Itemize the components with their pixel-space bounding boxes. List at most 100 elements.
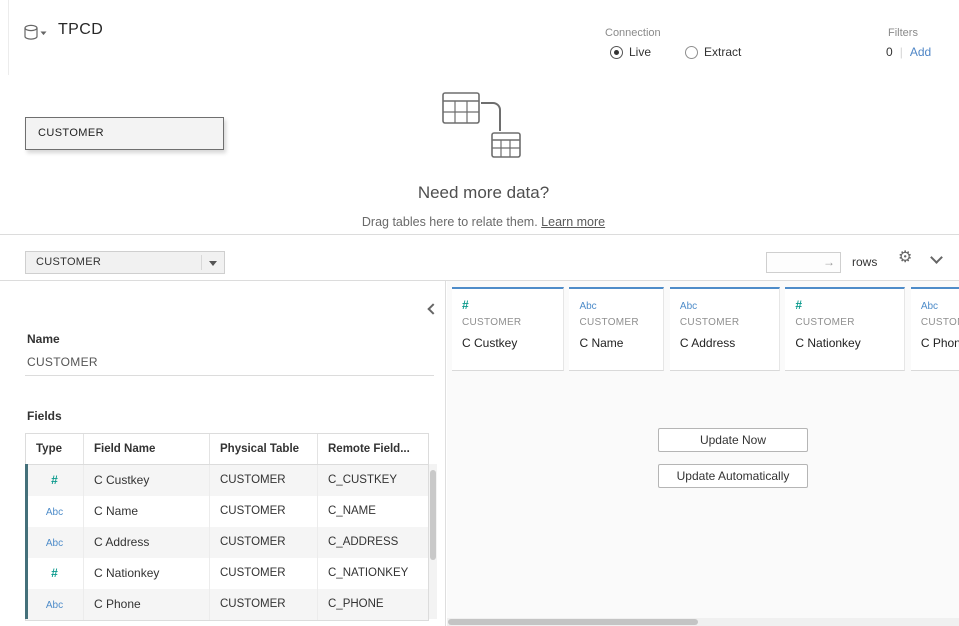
physical-table-cell: CUSTOMER [210, 496, 318, 527]
table-select-value: CUSTOMER [36, 256, 101, 268]
selected-rows-accent [25, 464, 28, 619]
app-window: TPCD Connection Live Extract Filters 0 |… [0, 0, 959, 626]
string-type-icon: Abc [921, 301, 938, 312]
physical-table-cell: CUSTOMER [210, 465, 318, 496]
top-header: TPCD Connection Live Extract Filters 0 |… [0, 0, 959, 75]
empty-state-hint: Drag tables here to relate them. [362, 215, 538, 229]
grid-column-field: C Phone [921, 336, 959, 350]
table-row[interactable]: Abc C Phone CUSTOMER C_PHONE [26, 589, 428, 620]
remote-field-cell: C_CUSTKEY [318, 465, 428, 496]
grid-column-table: CUSTOMER [579, 317, 653, 328]
grid-column-field: C Name [579, 336, 653, 350]
radio-live-label[interactable]: Live [629, 45, 651, 59]
table-row[interactable]: # C Custkey CUSTOMER C_CUSTKEY [26, 465, 428, 496]
grid-column-headers: # CUSTOMER C Custkey Abc CUSTOMER C Name… [452, 287, 959, 371]
update-automatically-button[interactable]: Update Automatically [658, 464, 808, 488]
field-name-cell: C Custkey [84, 465, 210, 496]
fields-table: Type Field Name Physical Table Remote Fi… [25, 433, 429, 621]
table-row[interactable]: # C Nationkey CUSTOMER C_NATIONKEY [26, 558, 428, 589]
table-select-dropdown[interactable]: CUSTOMER [25, 251, 225, 274]
table-row[interactable]: Abc C Name CUSTOMER C_NAME [26, 496, 428, 527]
name-value[interactable]: CUSTOMER [27, 355, 98, 369]
physical-table-cell: CUSTOMER [210, 558, 318, 589]
datasource-icon[interactable] [24, 24, 48, 47]
collapse-panel-icon[interactable] [427, 303, 438, 314]
rows-limit-field: → [766, 252, 841, 273]
grid-column-c-custkey[interactable]: # CUSTOMER C Custkey [452, 287, 564, 371]
chevron-down-icon [209, 261, 217, 266]
relationship-canvas: CUSTOMER Need more data? Drag tables her… [0, 75, 959, 234]
metadata-panel: Name CUSTOMER Fields Type Field Name Phy… [0, 281, 446, 626]
empty-state-subtitle: Drag tables here to relate them. Learn m… [8, 215, 959, 229]
number-type-icon: # [51, 473, 58, 487]
radio-extract-label[interactable]: Extract [704, 45, 741, 59]
col-header-remote-field[interactable]: Remote Field... [318, 434, 428, 464]
connection-radio-group: Live Extract [610, 44, 741, 60]
connection-label: Connection [605, 27, 661, 39]
number-type-icon: # [51, 566, 58, 580]
name-label: Name [27, 332, 60, 346]
dropdown-separator [201, 255, 202, 270]
field-name-cell: C Address [84, 527, 210, 558]
filters-label: Filters [888, 27, 918, 39]
fields-table-header: Type Field Name Physical Table Remote Fi… [26, 434, 428, 465]
string-type-icon: Abc [579, 301, 596, 312]
number-type-icon: # [795, 298, 802, 312]
grid-column-field: C Custkey [462, 336, 553, 350]
collapse-datagrid-chevron-icon[interactable] [930, 251, 943, 264]
grid-column-c-phone[interactable]: Abc CUSTOMER C Phone [911, 287, 959, 371]
col-header-type[interactable]: Type [26, 434, 84, 464]
grid-column-c-address[interactable]: Abc CUSTOMER C Address [670, 287, 780, 371]
string-type-icon: Abc [46, 538, 63, 549]
tables-illustration-icon [432, 91, 532, 170]
name-underline [25, 375, 434, 376]
grid-column-table: CUSTOMER [795, 317, 894, 328]
fields-vertical-scrollbar [429, 464, 437, 619]
grid-horizontal-scrollbar-thumb[interactable] [448, 619, 698, 625]
datagrid-toolbar: CUSTOMER → rows ⚙ [0, 234, 959, 281]
gear-icon[interactable]: ⚙ [898, 250, 912, 266]
field-name-cell: C Name [84, 496, 210, 527]
grid-column-field: C Address [680, 336, 769, 350]
remote-field-cell: C_ADDRESS [318, 527, 428, 558]
remote-field-cell: C_NATIONKEY [318, 558, 428, 589]
grid-column-c-name[interactable]: Abc CUSTOMER C Name [569, 287, 664, 371]
grid-column-table: CUSTOMER [921, 317, 959, 328]
filters-add-link[interactable]: Add [910, 45, 931, 59]
physical-table-cell: CUSTOMER [210, 589, 318, 620]
learn-more-link[interactable]: Learn more [541, 215, 605, 229]
fields-vertical-scrollbar-thumb[interactable] [430, 470, 436, 560]
radio-extract[interactable] [685, 46, 698, 59]
string-type-icon: Abc [46, 600, 63, 611]
field-name-cell: C Nationkey [84, 558, 210, 589]
rows-label: rows [852, 255, 877, 269]
grid-column-table: CUSTOMER [462, 317, 553, 328]
logical-table-customer[interactable]: CUSTOMER [25, 117, 224, 150]
number-type-icon: # [462, 298, 469, 312]
update-now-button[interactable]: Update Now [658, 428, 808, 452]
empty-state-title: Need more data? [8, 183, 959, 203]
radio-live[interactable] [610, 46, 623, 59]
string-type-icon: Abc [46, 507, 63, 518]
col-header-physical-table[interactable]: Physical Table [210, 434, 318, 464]
remote-field-cell: C_PHONE [318, 589, 428, 620]
grid-column-table: CUSTOMER [680, 317, 769, 328]
grid-horizontal-scrollbar [447, 618, 959, 626]
grid-column-field: C Nationkey [795, 336, 894, 350]
physical-table-cell: CUSTOMER [210, 527, 318, 558]
filters-separator: | [900, 45, 903, 59]
datasource-title[interactable]: TPCD [58, 21, 103, 39]
string-type-icon: Abc [680, 301, 697, 312]
data-preview-grid: # CUSTOMER C Custkey Abc CUSTOMER C Name… [447, 281, 959, 626]
field-name-cell: C Phone [84, 589, 210, 620]
arrow-right-icon[interactable]: → [823, 255, 835, 269]
fields-table-body: # C Custkey CUSTOMER C_CUSTKEY Abc C Nam… [26, 465, 428, 620]
fields-label: Fields [27, 409, 62, 423]
filters-row: 0 | Add [886, 44, 931, 60]
grid-column-c-nationkey[interactable]: # CUSTOMER C Nationkey [785, 287, 905, 371]
table-row[interactable]: Abc C Address CUSTOMER C_ADDRESS [26, 527, 428, 558]
fields-table-wrap: Type Field Name Physical Table Remote Fi… [25, 433, 437, 621]
col-header-field-name[interactable]: Field Name [84, 434, 210, 464]
remote-field-cell: C_NAME [318, 496, 428, 527]
rows-limit-input[interactable] [769, 253, 824, 272]
